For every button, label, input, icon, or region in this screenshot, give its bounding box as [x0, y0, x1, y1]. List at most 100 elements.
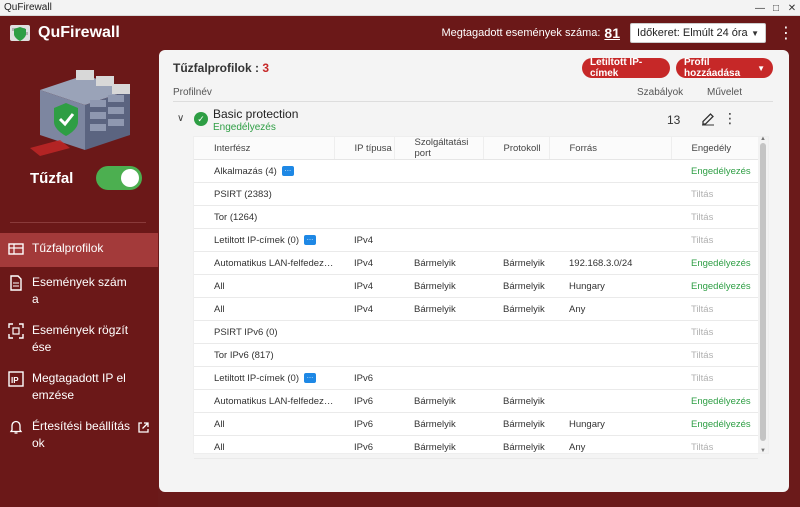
profile-row[interactable]: ∨ ✓ Basic protection Engedélyezés 13 ⋮ [173, 102, 773, 136]
sidebar-divider [10, 222, 146, 223]
table-row[interactable]: All IPv4 Bármelyik Bármelyik Hungary Engedély… [194, 274, 758, 298]
close-icon[interactable]: ✕ [784, 0, 800, 16]
table-row[interactable]: Alkalmazás (4) … Engedélyezés [194, 159, 758, 183]
rule-cell-iface: All [194, 274, 334, 298]
add-profile-button-label: Profil hozzáadása [684, 57, 741, 79]
rule-cell-ip [334, 182, 394, 206]
check-circle-icon: ✓ [194, 112, 208, 126]
more-options-icon[interactable]: ⋮ [723, 110, 737, 127]
rule-src-value: Hungary [569, 418, 605, 430]
rule-perm-value: Tiltás [691, 372, 714, 384]
rule-ip-value: IPv4 [354, 234, 374, 246]
sidebar-item-denied-ip-analysis[interactable]: IP Megtagadott IP elemzése [0, 363, 158, 411]
rule-iface-value: All [214, 441, 225, 453]
message-icon[interactable]: … [281, 165, 294, 176]
brand: QuFirewall [0, 21, 120, 45]
page-title: Tűzfalprofilok : 3 [173, 61, 269, 75]
timeframe-select[interactable]: Időkeret: Elmúlt 24 óra ▼ [630, 23, 766, 43]
message-icon[interactable]: … [304, 234, 316, 245]
external-link-icon[interactable] [137, 421, 150, 434]
rule-cell-iface: Automatikus LAN-felfedezés... [194, 389, 334, 413]
table-row[interactable]: All IPv4 Bármelyik Bármelyik Any Tiltás [194, 297, 758, 321]
table-row[interactable]: All IPv6 Bármelyik Bármelyik Any Tiltás [194, 435, 758, 459]
rule-cell-port [394, 205, 483, 229]
scroll-up-icon[interactable]: ▲ [759, 136, 767, 142]
rule-cell-perm: Tiltás [671, 228, 758, 252]
rule-cell-perm: Tiltás [671, 297, 758, 321]
sidebar-item-event-logging[interactable]: Események rögzítése [0, 315, 158, 363]
rule-cell-iface: All [194, 412, 334, 436]
table-row[interactable]: Automatikus LAN-felfedezés... IPv6 Bármely… [194, 389, 758, 413]
table-row[interactable]: All IPv6 Bármelyik Bármelyik Hungary Engedély… [194, 412, 758, 436]
table-row[interactable]: PSIRT (2383) Tiltás [194, 182, 758, 206]
table-row[interactable]: Tor (1264) Tiltás [194, 205, 758, 229]
rule-iface-value: Tor (1264) [214, 211, 258, 223]
rule-iface-value: Letiltott IP-címek (0) [214, 234, 299, 246]
maximize-icon[interactable]: □ [768, 0, 784, 16]
sidebar-item-event-count[interactable]: Események száma [0, 267, 158, 315]
table-row[interactable]: Letiltott IP-címek (0) … IPv4 Tiltás [194, 228, 758, 252]
rule-perm-value: Tiltás [691, 303, 714, 315]
table-row[interactable]: Tor IPv6 (817) Tiltás [194, 343, 758, 367]
rule-cell-port: Bármelyik [394, 412, 483, 436]
edit-icon[interactable] [701, 112, 715, 126]
rules-column-header: IP típusa [334, 137, 395, 160]
firewall-toggle-row: Tűzfal [30, 166, 142, 190]
rule-cell-perm: Tiltás [671, 435, 758, 459]
more-options-icon[interactable]: ⋮ [778, 23, 794, 43]
rule-proto-value: Bármelyik [503, 418, 545, 430]
sidebar-item-label: Tűzfalprofilok [32, 241, 104, 255]
rule-perm-value: Tiltás [691, 349, 714, 361]
rule-cell-src [549, 228, 671, 252]
rule-cell-ip: IPv6 [334, 389, 394, 413]
rule-cell-src [549, 182, 671, 206]
denied-events-label: Megtagadott események száma: [441, 27, 601, 39]
minimize-icon[interactable]: — [752, 0, 768, 16]
rule-cell-ip [334, 159, 394, 183]
scrollbar[interactable]: ▲ ▼ [758, 136, 768, 454]
rule-cell-perm: Engedélyezés [671, 412, 758, 436]
table-row[interactable]: PSIRT IPv6 (0) Tiltás [194, 320, 758, 344]
rule-ip-value: IPv4 [354, 280, 374, 292]
denied-events-count[interactable]: 81 [604, 25, 620, 41]
sidebar-item-label: Események rögzítése [32, 323, 129, 354]
sidebar-item-label: Események száma [32, 275, 127, 306]
table-row[interactable]: Automatikus LAN-felfedezés... IPv4 Bármely… [194, 251, 758, 275]
message-icon[interactable]: … [304, 372, 316, 383]
profiles-icon [8, 243, 24, 255]
rules-table: Interfész IP típusa Szolgáltatási port Prot… [194, 137, 758, 459]
table-row[interactable]: Letiltott IP-címek (0) … IPv6 Tiltás [194, 366, 758, 390]
chevron-down-icon[interactable]: ∨ [177, 113, 184, 124]
column-profile-name: Profilnév [173, 87, 212, 98]
rule-cell-ip: IPv6 [334, 435, 394, 459]
bell-icon [9, 420, 23, 434]
rule-cell-perm: Tiltás [671, 320, 758, 344]
profile-rule-count: 13 [667, 113, 681, 127]
app-name: QuFirewall [38, 24, 120, 41]
rule-cell-perm: Engedélyezés [671, 159, 758, 183]
rules-column-header: Forrás [549, 137, 672, 160]
rule-cell-src [549, 389, 671, 413]
rules-column-header: Protokoll [483, 137, 550, 160]
rule-cell-src: Any [549, 435, 671, 459]
scrollbar-thumb[interactable] [760, 143, 766, 441]
rule-iface-value: Tor IPv6 (817) [214, 349, 274, 361]
scroll-down-icon[interactable]: ▼ [759, 448, 767, 454]
rule-perm-value: Tiltás [691, 188, 714, 200]
profiles-panel: Tűzfalprofilok : 3 Letiltott IP-címek Pr… [159, 50, 789, 492]
rule-cell-port [394, 182, 483, 206]
rules-table-header-row: Interfész IP típusa Szolgáltatási port Prot… [194, 137, 758, 160]
rule-src-value: Any [569, 441, 586, 453]
add-profile-button[interactable]: Profil hozzáadása ▼ [676, 57, 773, 79]
sidebar-item-notification-settings[interactable]: Értesítési beállítások [0, 411, 158, 459]
rules-column-header: Engedély [671, 137, 758, 160]
rule-cell-port [394, 366, 483, 390]
ip-icon: IP [8, 371, 24, 387]
blocked-ips-button[interactable]: Letiltott IP-címek [582, 57, 670, 79]
firewall-toggle[interactable] [96, 166, 142, 190]
rule-src-value: Hungary [569, 280, 605, 292]
rule-cell-ip: IPv4 [334, 228, 394, 252]
rules-column-header: Szolgáltatási port [394, 137, 484, 160]
sidebar-item-profiles[interactable]: Tűzfalprofilok [0, 233, 158, 267]
rule-cell-proto [483, 182, 549, 206]
